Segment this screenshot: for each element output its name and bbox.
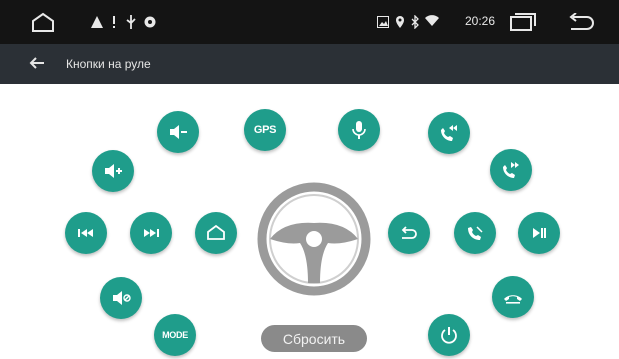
hang-up-button[interactable] — [492, 276, 534, 318]
call-prev-icon — [441, 125, 457, 141]
bluetooth-icon — [410, 14, 420, 30]
microphone-icon — [352, 121, 366, 139]
back-icon — [401, 226, 417, 239]
steering-wheel-icon — [257, 182, 371, 296]
answer-call-button[interactable] — [454, 212, 496, 254]
volume-down-icon — [170, 125, 187, 139]
next-track-button[interactable] — [130, 212, 172, 254]
mute-button[interactable] — [100, 277, 142, 319]
volume-mute-icon — [113, 291, 131, 305]
recent-apps-icon[interactable] — [508, 12, 538, 32]
call-next-button[interactable] — [490, 149, 532, 191]
home-button[interactable] — [195, 212, 237, 254]
skip-previous-icon — [78, 229, 93, 237]
status-bar: 20:26 — [0, 0, 619, 44]
back-icon[interactable] — [566, 12, 596, 32]
warning-icon — [90, 14, 104, 30]
usb-icon — [124, 13, 138, 31]
page-title: Кнопки на руле — [66, 57, 151, 71]
exclamation-icon — [110, 14, 118, 30]
call-prev-button[interactable] — [428, 112, 470, 154]
call-next-icon — [503, 162, 519, 178]
play-pause-button[interactable] — [518, 212, 560, 254]
back-button[interactable] — [388, 212, 430, 254]
mode-label: MODE — [162, 330, 188, 340]
play-pause-icon — [533, 228, 546, 238]
power-icon — [441, 327, 457, 344]
clock: 20:26 — [465, 14, 496, 28]
volume-up-button[interactable] — [92, 150, 134, 192]
back-arrow-icon[interactable] — [26, 52, 48, 74]
power-button[interactable] — [428, 314, 470, 356]
mode-button[interactable]: MODE — [154, 314, 196, 356]
gps-button[interactable]: GPS — [244, 109, 286, 151]
gps-label: GPS — [253, 124, 277, 136]
voice-button[interactable] — [338, 109, 380, 151]
hang-up-icon — [504, 295, 522, 304]
prev-track-button[interactable] — [65, 212, 107, 254]
location-icon — [394, 14, 406, 30]
volume-down-button[interactable] — [157, 111, 199, 153]
settings-icon — [142, 14, 158, 30]
image-icon — [376, 15, 390, 29]
phone-icon — [468, 226, 483, 240]
home-outline-icon[interactable] — [30, 10, 56, 34]
reset-button[interactable]: Сбросить — [261, 325, 367, 352]
home-icon — [207, 224, 225, 240]
wifi-icon — [424, 14, 440, 28]
skip-next-icon — [144, 229, 159, 237]
volume-up-icon — [105, 164, 122, 178]
